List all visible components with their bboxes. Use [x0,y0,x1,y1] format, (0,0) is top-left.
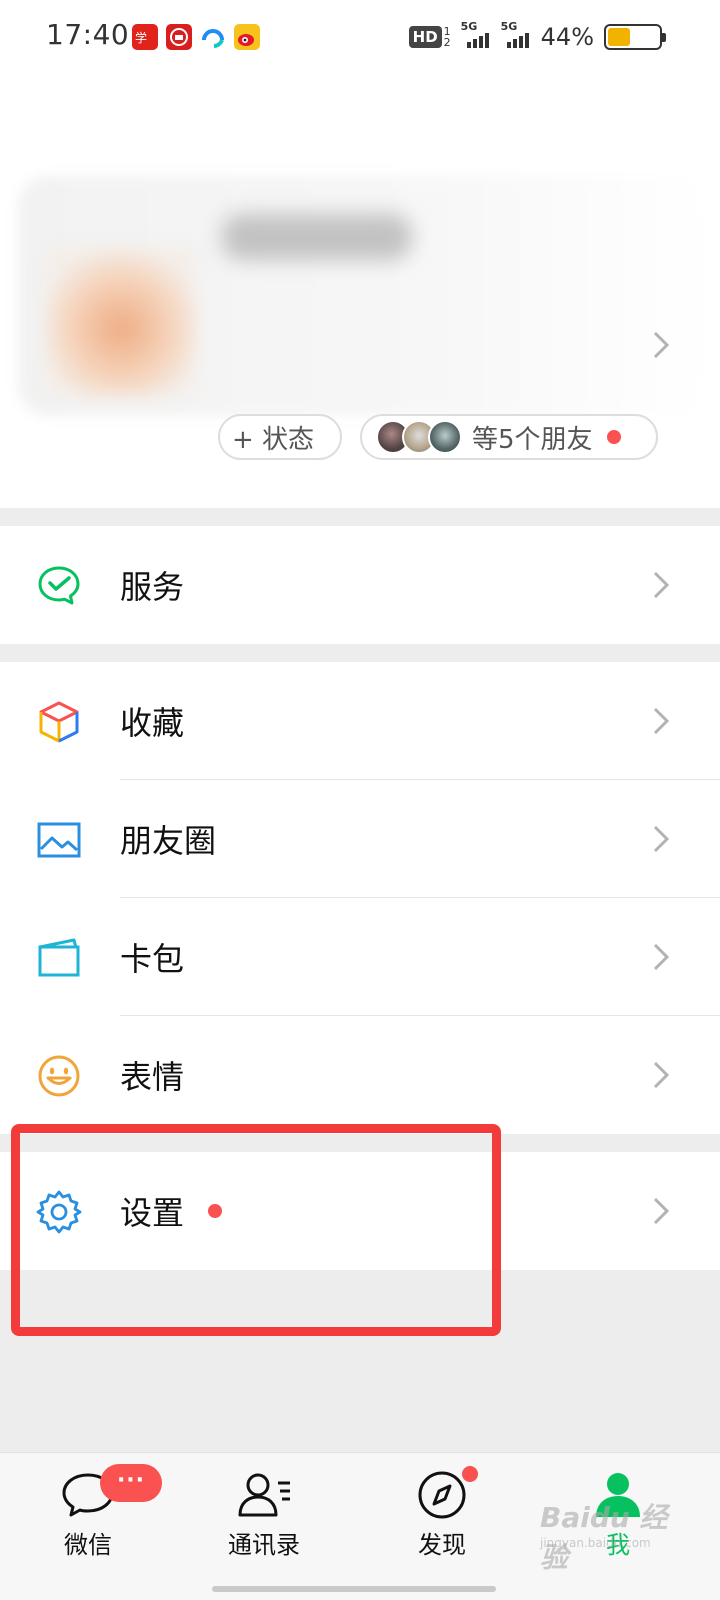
browser-app-icon [200,24,226,50]
status-indicators: HD 1 2 5G 5G 44% [408,20,666,54]
tab-label-discover: 发现 [418,1531,466,1559]
chats-unread-badge: ··· [100,1464,162,1502]
smiley-face-icon [38,1055,80,1097]
tab-label-chats: 微信 [64,1531,112,1559]
battery-level [608,28,630,46]
contacts-person-icon [238,1473,290,1517]
wechat-me-page: 17:40 学 HD 1 2 5G 5G 44% + 状态 等5个朋友 服务 收… [0,0,720,1600]
menu-label-favorites: 收藏 [120,704,185,742]
profile-name-blurred [222,214,412,260]
chevron-right-icon [653,331,670,359]
wallet-card-icon [38,938,80,977]
highlight-annotation-box [11,1124,501,1336]
menu-label-moments: 朋友圈 [120,822,217,860]
menu-item-stickers[interactable]: 表情 [0,1016,720,1134]
add-status-button[interactable]: + 状态 [218,414,342,460]
menu-label-services: 服务 [120,568,185,606]
baidu-watermark: Baidu 经验 jingyan.baidu.com [540,1496,680,1574]
menu-item-services[interactable]: 服务 [0,526,720,644]
avatar[interactable] [46,246,196,396]
friends-status-label: 等5个朋友 [472,424,593,455]
weibo-icon [234,24,260,50]
services-icon [38,566,80,605]
battery-icon [604,24,666,50]
status-time: 17:40 [46,18,130,51]
menu-item-moments[interactable]: 朋友圈 [0,780,720,898]
hd-slots: 1 2 [444,26,451,48]
tab-contacts[interactable]: 通讯录 [204,1469,324,1579]
friends-status-button[interactable]: 等5个朋友 [360,414,658,460]
news-app-icon [166,24,192,50]
svg-text:学: 学 [135,30,147,45]
menu-label-cards: 卡包 [120,940,185,978]
chevron-right-icon [653,1061,670,1089]
discover-notification-dot [462,1466,478,1482]
friend-avatar [428,420,462,454]
moments-image-icon [37,822,81,858]
chevron-right-icon [653,825,670,853]
network-type-1: 5G [460,20,478,33]
watermark-url: jingyan.baidu.com [540,1536,651,1550]
chevron-right-icon [653,1197,670,1225]
notification-dot [606,430,621,444]
tab-discover[interactable]: 发现 [382,1469,502,1579]
tab-label-contacts: 通讯录 [228,1531,300,1559]
profile-header[interactable]: + 状态 等5个朋友 [0,76,720,508]
status-button-label: + 状态 [232,424,315,455]
favorites-cube-icon [39,701,79,743]
hd-slot-2: 2 [443,36,451,49]
chevron-right-icon [653,707,670,735]
xuexi-qiangguo-icon: 学 [132,24,158,50]
menu-item-favorites[interactable]: 收藏 [0,662,720,780]
chevron-right-icon [653,943,670,971]
signal-icon-sim2: 5G [501,20,531,50]
battery-percent: 44% [540,23,594,51]
menu-item-cards[interactable]: 卡包 [0,898,720,1016]
hd-indicator: HD [408,26,442,48]
home-indicator[interactable] [212,1586,496,1592]
menu-label-stickers: 表情 [120,1058,185,1096]
chevron-right-icon [653,571,670,599]
signal-icon-sim1: 5G [461,20,491,50]
network-type-2: 5G [500,20,518,33]
status-bar: 17:40 学 HD 1 2 5G 5G 44% [0,0,720,76]
